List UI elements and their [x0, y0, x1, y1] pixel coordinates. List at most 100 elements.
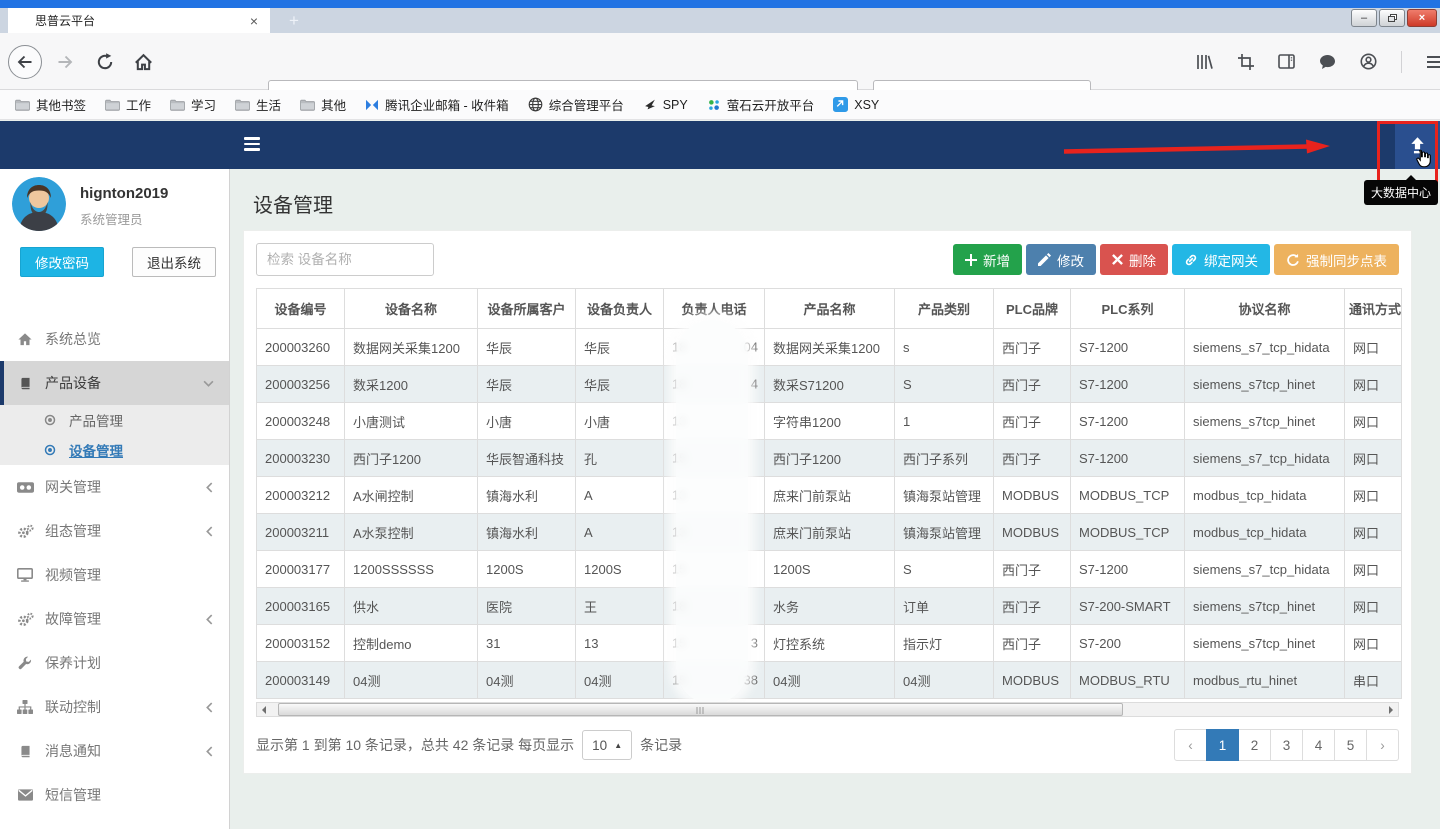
window-close-button[interactable]: ×: [1407, 9, 1437, 27]
column-header[interactable]: 设备负责人: [576, 289, 664, 329]
chevron-left-icon: [205, 702, 214, 713]
tab-close-icon[interactable]: ×: [246, 14, 262, 28]
bigdata-center-button[interactable]: [1395, 121, 1440, 169]
forward-button[interactable]: [48, 45, 82, 79]
bookmark-item[interactable]: SPY: [643, 98, 688, 112]
account-icon[interactable]: [1360, 53, 1377, 70]
page-button-4[interactable]: 4: [1302, 729, 1335, 761]
sidebar-item-scada-mgmt[interactable]: 组态管理: [0, 509, 229, 553]
column-header[interactable]: 设备所属客户: [478, 289, 576, 329]
column-header[interactable]: 产品名称: [765, 289, 895, 329]
table-row[interactable]: 200003152控制demo3113153灯控系统指示灯西门子S7-200si…: [257, 625, 1402, 662]
scroll-left-arrow[interactable]: [257, 703, 271, 716]
sidebar-item-overview[interactable]: 系统总览: [0, 317, 229, 361]
column-header[interactable]: 设备编号: [257, 289, 345, 329]
table-row[interactable]: 200003211A水泵控制镇海水利A13庶来门前泵站镇海泵站管理MODBUSM…: [257, 514, 1402, 551]
bookmark-item[interactable]: XSY: [833, 97, 879, 112]
bookmark-item[interactable]: 工作: [105, 95, 151, 114]
library-icon[interactable]: [1196, 54, 1214, 70]
messages-icon[interactable]: [1319, 54, 1336, 70]
table-row[interactable]: 200003260数据网关采集1200华辰华辰1804数据网关采集1200s西门…: [257, 329, 1402, 366]
sidebar-subitem-device-mgmt[interactable]: 设备管理: [0, 435, 229, 465]
column-header[interactable]: PLC品牌: [994, 289, 1071, 329]
cell-category: 1: [895, 403, 994, 440]
device-search-input[interactable]: [256, 243, 434, 276]
forward-icon: [55, 52, 75, 72]
cell-category: S: [895, 366, 994, 403]
cell-comm: 网口: [1345, 588, 1402, 625]
delete-button[interactable]: 删除: [1100, 244, 1168, 275]
scrollbar-thumb[interactable]: [278, 703, 1123, 716]
table-row[interactable]: 200003256数采1200华辰华辰184数采S71200S西门子S7-120…: [257, 366, 1402, 403]
bookmark-item[interactable]: 腾讯企业邮箱 - 收件箱: [365, 95, 509, 114]
sidebar-item-product-device[interactable]: 产品设备: [0, 361, 229, 405]
cell-name: 小唐测试: [345, 403, 478, 440]
bind-gateway-button[interactable]: 绑定网关: [1172, 244, 1270, 275]
sidebar-item-maintenance-plan[interactable]: 保养计划: [0, 641, 229, 685]
sidebar-toggle-button[interactable]: [244, 137, 260, 151]
folder-icon: [235, 99, 250, 111]
cell-brand: 西门子: [994, 440, 1071, 477]
bookmark-item[interactable]: 其他书签: [15, 95, 86, 114]
change-password-button[interactable]: 修改密码: [20, 247, 104, 277]
next-page-button[interactable]: ›: [1366, 729, 1399, 761]
scroll-right-arrow[interactable]: [1384, 703, 1398, 716]
bookmark-item[interactable]: 综合管理平台: [528, 95, 624, 114]
prev-page-button[interactable]: ‹: [1174, 729, 1207, 761]
back-button[interactable]: [8, 45, 42, 79]
sidebar-subitem-product-mgmt[interactable]: 产品管理: [0, 405, 229, 435]
bookmark-item[interactable]: 其他: [300, 95, 346, 114]
page-size-dropdown[interactable]: 10▲: [582, 730, 632, 760]
force-sync-button[interactable]: 强制同步点表: [1274, 244, 1399, 275]
edit-button[interactable]: 修改: [1026, 244, 1096, 275]
add-button[interactable]: 新增: [953, 244, 1022, 275]
reload-button[interactable]: [88, 45, 122, 79]
home-button[interactable]: [126, 45, 160, 79]
bookmark-item[interactable]: 学习: [170, 95, 216, 114]
cell-id: 200003248: [257, 403, 345, 440]
bookmark-item[interactable]: 萤石云开放平台: [707, 95, 815, 114]
sidebar-item-message-notify[interactable]: 消息通知: [0, 729, 229, 773]
logout-button[interactable]: 退出系统: [132, 247, 216, 277]
table-row[interactable]: 200003248小唐测试小唐小唐13字符串12001西门子S7-1200sie…: [257, 403, 1402, 440]
sidebar-item-video-mgmt[interactable]: 视频管理: [0, 553, 229, 597]
sidebar-item-partial-item[interactable]: [0, 817, 229, 829]
folder-icon: [15, 99, 30, 111]
cell-name: 数采1200: [345, 366, 478, 403]
page-button-5[interactable]: 5: [1334, 729, 1367, 761]
plus-icon: [965, 254, 977, 266]
window-restore-button[interactable]: [1379, 9, 1405, 27]
horizontal-scrollbar[interactable]: [256, 702, 1399, 717]
new-tab-button[interactable]: +: [281, 8, 307, 33]
cell-series: S7-200-SMART: [1071, 588, 1185, 625]
menu-icon[interactable]: [1426, 55, 1440, 69]
browser-tab[interactable]: 思普云平台 ×: [8, 8, 270, 33]
cell-product: 字符串1200: [765, 403, 895, 440]
screenshot-icon[interactable]: [1238, 54, 1254, 70]
window-minimize-button[interactable]: –: [1351, 9, 1377, 27]
sidebar-item-fault-mgmt[interactable]: 故障管理: [0, 597, 229, 641]
sidebar-item-linkage-control[interactable]: 联动控制: [0, 685, 229, 729]
table-header-row: 设备编号设备名称设备所属客户设备负责人负责人电话产品名称产品类别PLC品牌PLC…: [257, 289, 1402, 329]
page-button-1[interactable]: 1: [1206, 729, 1239, 761]
pagination-info: 显示第 1 到第 10 条记录，总共 42 条记录 每页显示 10▲ 条记录: [256, 730, 682, 760]
column-header[interactable]: 设备名称: [345, 289, 478, 329]
column-header[interactable]: 协议名称: [1185, 289, 1345, 329]
table-row[interactable]: 200003212A水闸控制镇海水利A13庶来门前泵站镇海泵站管理MODBUSM…: [257, 477, 1402, 514]
cell-name: 控制demo: [345, 625, 478, 662]
column-header[interactable]: 产品类别: [895, 289, 994, 329]
page-button-3[interactable]: 3: [1270, 729, 1303, 761]
sidebar-item-gateway-mgmt[interactable]: 网关管理: [0, 465, 229, 509]
column-header[interactable]: 通讯方式: [1345, 289, 1402, 329]
gateway-icon: [15, 481, 35, 494]
bookmark-item[interactable]: 生活: [235, 95, 281, 114]
table-row[interactable]: 20000314904测04测04测153804测04测MODBUSMODBUS…: [257, 662, 1402, 699]
column-header[interactable]: PLC系列: [1071, 289, 1185, 329]
table-row[interactable]: 2000031771200SSSSSS1200S1200S151200SS西门子…: [257, 551, 1402, 588]
sidebar-item-sms-mgmt[interactable]: 短信管理: [0, 773, 229, 817]
spy-icon: [643, 98, 657, 111]
sidebars-icon[interactable]: [1278, 54, 1295, 69]
page-button-2[interactable]: 2: [1238, 729, 1271, 761]
table-row[interactable]: 200003165供水医院王18水务订单西门子S7-200-SMARTsieme…: [257, 588, 1402, 625]
table-row[interactable]: 200003230西门子1200华辰智通科技孔15西门子1200西门子系列西门子…: [257, 440, 1402, 477]
